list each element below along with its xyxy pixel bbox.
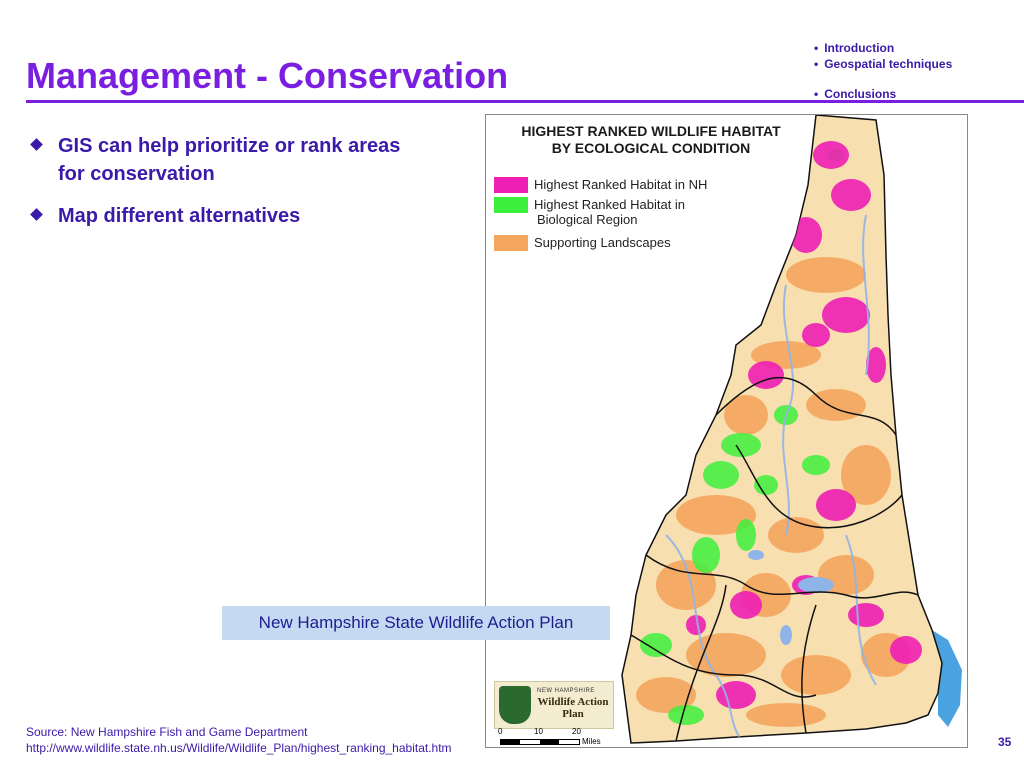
nav-item-conclusions[interactable]: Conclusions (814, 86, 952, 102)
scale-bar-graphic (500, 739, 580, 745)
map-title: HIGHEST RANKED WILDLIFE HABITAT BY ECOLO… (486, 123, 816, 157)
bullet-item: GIS can help prioritize or rank areas fo… (30, 132, 430, 188)
legend-swatch-orange (494, 235, 528, 251)
nav-item-geospatial-techniques[interactable]: Geospatial techniques (814, 56, 952, 72)
section-nav: Introduction Geospatial techniques Concl… (814, 40, 952, 102)
bullet-text: GIS can help prioritize or rank areas fo… (58, 135, 401, 185)
habitat-map: HIGHEST RANKED WILDLIFE HABITAT BY ECOLO… (485, 114, 968, 748)
scale-unit: Miles (582, 737, 601, 746)
source-citation: Source: New Hampshire Fish and Game Depa… (26, 724, 452, 756)
source-line: Source: New Hampshire Fish and Game Depa… (26, 725, 308, 739)
legend-label: Highest Ranked Habitat in Biological Reg… (534, 197, 686, 227)
legend-label: Supporting Landscapes (534, 235, 671, 250)
scale-tick: 20 (572, 727, 581, 736)
wildlife-action-plan-logo: NEW HAMPSHIRE Wildlife Action Plan (494, 681, 614, 729)
nav-item-introduction[interactable]: Introduction (814, 40, 952, 56)
scale-tick: 10 (534, 727, 543, 736)
diamond-bullet-icon (30, 138, 43, 151)
map-caption: New Hampshire State Wildlife Action Plan (222, 606, 610, 640)
map-title-line-2: BY ECOLOGICAL CONDITION (551, 140, 751, 156)
source-url[interactable]: http://www.wildlife.state.nh.us/Wildlife… (26, 740, 452, 756)
bullet-list: GIS can help prioritize or rank areas fo… (30, 132, 430, 244)
page-number: 35 (998, 735, 1012, 749)
map-title-line-1: HIGHEST RANKED WILDLIFE HABITAT (521, 123, 781, 139)
legend-label: Highest Ranked Habitat in NH (534, 177, 708, 192)
legend-swatch-green (494, 197, 528, 213)
diamond-bullet-icon (30, 208, 43, 221)
scale-bar: 0 10 20 Miles (496, 727, 626, 746)
nh-fish-game-badge-icon (499, 686, 531, 724)
slide-title: Management - Conservation (26, 55, 509, 96)
logo-small-text: NEW HAMPSHIRE (537, 688, 595, 694)
legend-swatch-magenta (494, 177, 528, 193)
logo-text: Wildlife Action Plan (537, 696, 609, 720)
bullet-text: Map different alternatives (58, 205, 301, 227)
bullet-item: Map different alternatives (30, 202, 430, 230)
scale-tick: 0 (498, 727, 503, 736)
